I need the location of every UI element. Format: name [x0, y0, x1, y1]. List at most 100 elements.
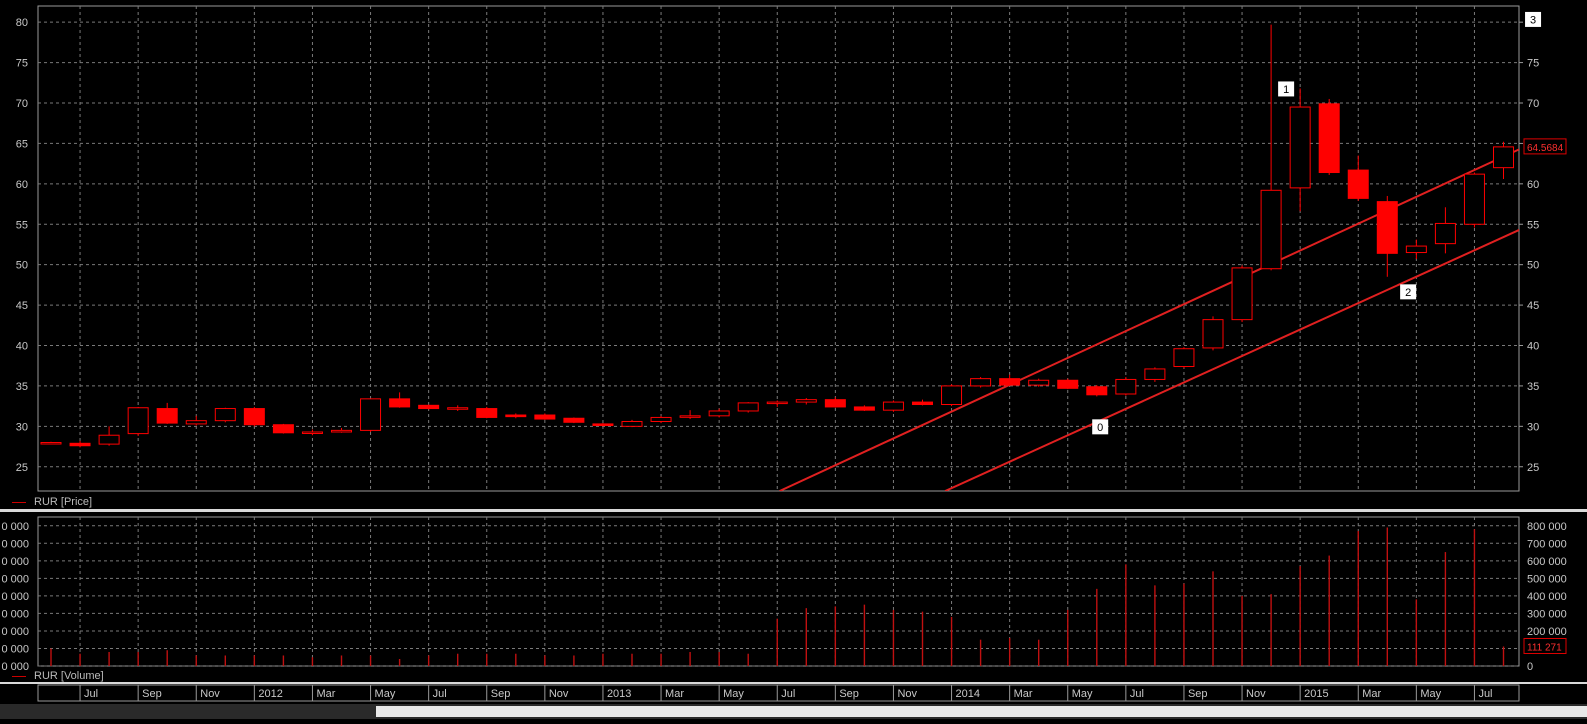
wave-marker-3: 3	[1525, 11, 1542, 27]
candle-body	[1463, 173, 1485, 225]
price-candle	[563, 417, 585, 424]
price-candle	[69, 440, 91, 448]
candle-body	[69, 442, 91, 447]
candle-body	[331, 429, 352, 433]
price-candle	[476, 406, 498, 419]
volume-y-tick-left: 0 000	[1, 608, 29, 620]
time-axis-label: Nov	[200, 688, 220, 700]
scrollbar-thumb[interactable]	[376, 706, 1587, 717]
candle-body	[1260, 189, 1282, 270]
price-candle	[1347, 155, 1369, 201]
wave-marker-label: 3	[1530, 14, 1536, 26]
price-candle	[970, 377, 992, 388]
time-axis-label: Sep	[491, 688, 511, 700]
candle-body	[563, 417, 585, 423]
volume-y-tick-right: 300 000	[1527, 608, 1567, 620]
price-candle	[1028, 378, 1050, 387]
price-y-tick-left: 75	[16, 58, 28, 70]
price-y-tick-right: 25	[1527, 462, 1539, 474]
candle-body	[272, 424, 294, 434]
price-candle	[1057, 378, 1079, 390]
price-candle	[621, 419, 643, 428]
price-candle	[1463, 172, 1485, 228]
time-axis-label: Jul	[433, 688, 447, 700]
candle-body	[1028, 379, 1050, 386]
candle-body	[882, 401, 904, 411]
time-axis-label: May	[1420, 688, 1441, 700]
horizontal-scrollbar[interactable]	[0, 704, 1587, 719]
price-y-tick-right: 35	[1527, 381, 1539, 393]
wave-marker-0: 0	[1092, 419, 1109, 435]
price-candle	[360, 398, 382, 432]
candle-body	[1376, 201, 1398, 254]
price-candle	[1434, 207, 1456, 254]
price-candle	[331, 427, 352, 433]
candle-body	[127, 407, 149, 435]
volume-legend-swatch	[12, 675, 26, 677]
volume-pane-frame	[37, 516, 1520, 667]
price-candle	[418, 404, 440, 410]
price-candle	[1318, 98, 1340, 175]
wave-marker-label: 2	[1405, 287, 1411, 299]
time-axis-label: Mar	[1014, 688, 1033, 700]
chart-canvas: 2525303035354040454550505555606065657070…	[0, 5, 1587, 702]
volume-y-tick-right: 200 000	[1527, 626, 1567, 638]
price-y-tick-left: 65	[16, 138, 28, 150]
price-candle	[389, 392, 411, 408]
candle-body	[737, 402, 759, 412]
candle-body	[1231, 267, 1253, 321]
volume-y-tick-right: 700 000	[1527, 538, 1567, 550]
price-y-tick-right: 70	[1527, 98, 1539, 110]
time-axis-label: Jul	[781, 688, 795, 700]
time-axis-label: Sep	[142, 688, 162, 700]
time-axis-label: Nov	[549, 688, 569, 700]
price-y-tick-right: 50	[1527, 260, 1539, 272]
volume-y-tick-left: 0 000	[1, 591, 29, 603]
axis-separator	[0, 682, 1587, 684]
price-y-tick-right: 75	[1527, 58, 1539, 70]
price-y-tick-left: 50	[16, 260, 28, 272]
price-candle	[505, 413, 527, 419]
candle-body	[1405, 245, 1427, 254]
candle-body	[534, 414, 556, 420]
price-candle	[1086, 385, 1108, 397]
candle-body	[243, 408, 265, 426]
time-axis-label: Jul	[1478, 688, 1492, 700]
price-candle	[766, 400, 788, 407]
time-axis-label: Sep	[1188, 688, 1208, 700]
candle-body	[592, 423, 614, 427]
volume-y-tick-right: 0	[1527, 661, 1533, 673]
trend-channel-line	[944, 228, 1519, 491]
price-legend-label: RUR [Price]	[34, 496, 93, 508]
candle-body	[98, 434, 120, 445]
time-axis-label: 2012	[258, 688, 282, 700]
time-axis-label: Nov	[897, 688, 917, 700]
volume-y-tick-left: 0 000	[1, 556, 29, 568]
price-candle	[127, 406, 149, 437]
candle-body	[1318, 103, 1340, 174]
wave-marker-label: 1	[1283, 84, 1289, 96]
price-candle	[1115, 377, 1137, 396]
candle-body	[1289, 106, 1311, 189]
price-candle	[40, 441, 62, 445]
candle-body	[941, 385, 963, 406]
candle-body	[621, 420, 643, 427]
price-candle	[1289, 88, 1311, 212]
volume-last-value-text: 111 271	[1527, 642, 1562, 653]
candle-body	[214, 408, 236, 422]
wave-marker-label: 0	[1097, 422, 1103, 434]
volume-y-tick-left: 0 000	[1, 643, 29, 655]
candle-body	[1202, 319, 1224, 349]
candle-body	[1144, 368, 1166, 380]
price-y-tick-left: 60	[16, 179, 28, 191]
time-axis: Jul Sep Nov 2012 Mar May Jul Sep Nov 2013 Mar May Ju…	[37, 684, 1520, 702]
wave-marker-2: 2	[1400, 284, 1417, 300]
price-y-tick-left: 80	[16, 17, 28, 29]
candle-body	[650, 416, 672, 422]
candle-body	[360, 398, 382, 431]
time-axis-label: Jul	[84, 688, 98, 700]
price-candle	[592, 423, 614, 427]
volume-last-value-tag: 111 271	[1523, 637, 1567, 654]
candle-body	[1086, 386, 1108, 396]
price-y-tick-right: 30	[1527, 421, 1539, 433]
